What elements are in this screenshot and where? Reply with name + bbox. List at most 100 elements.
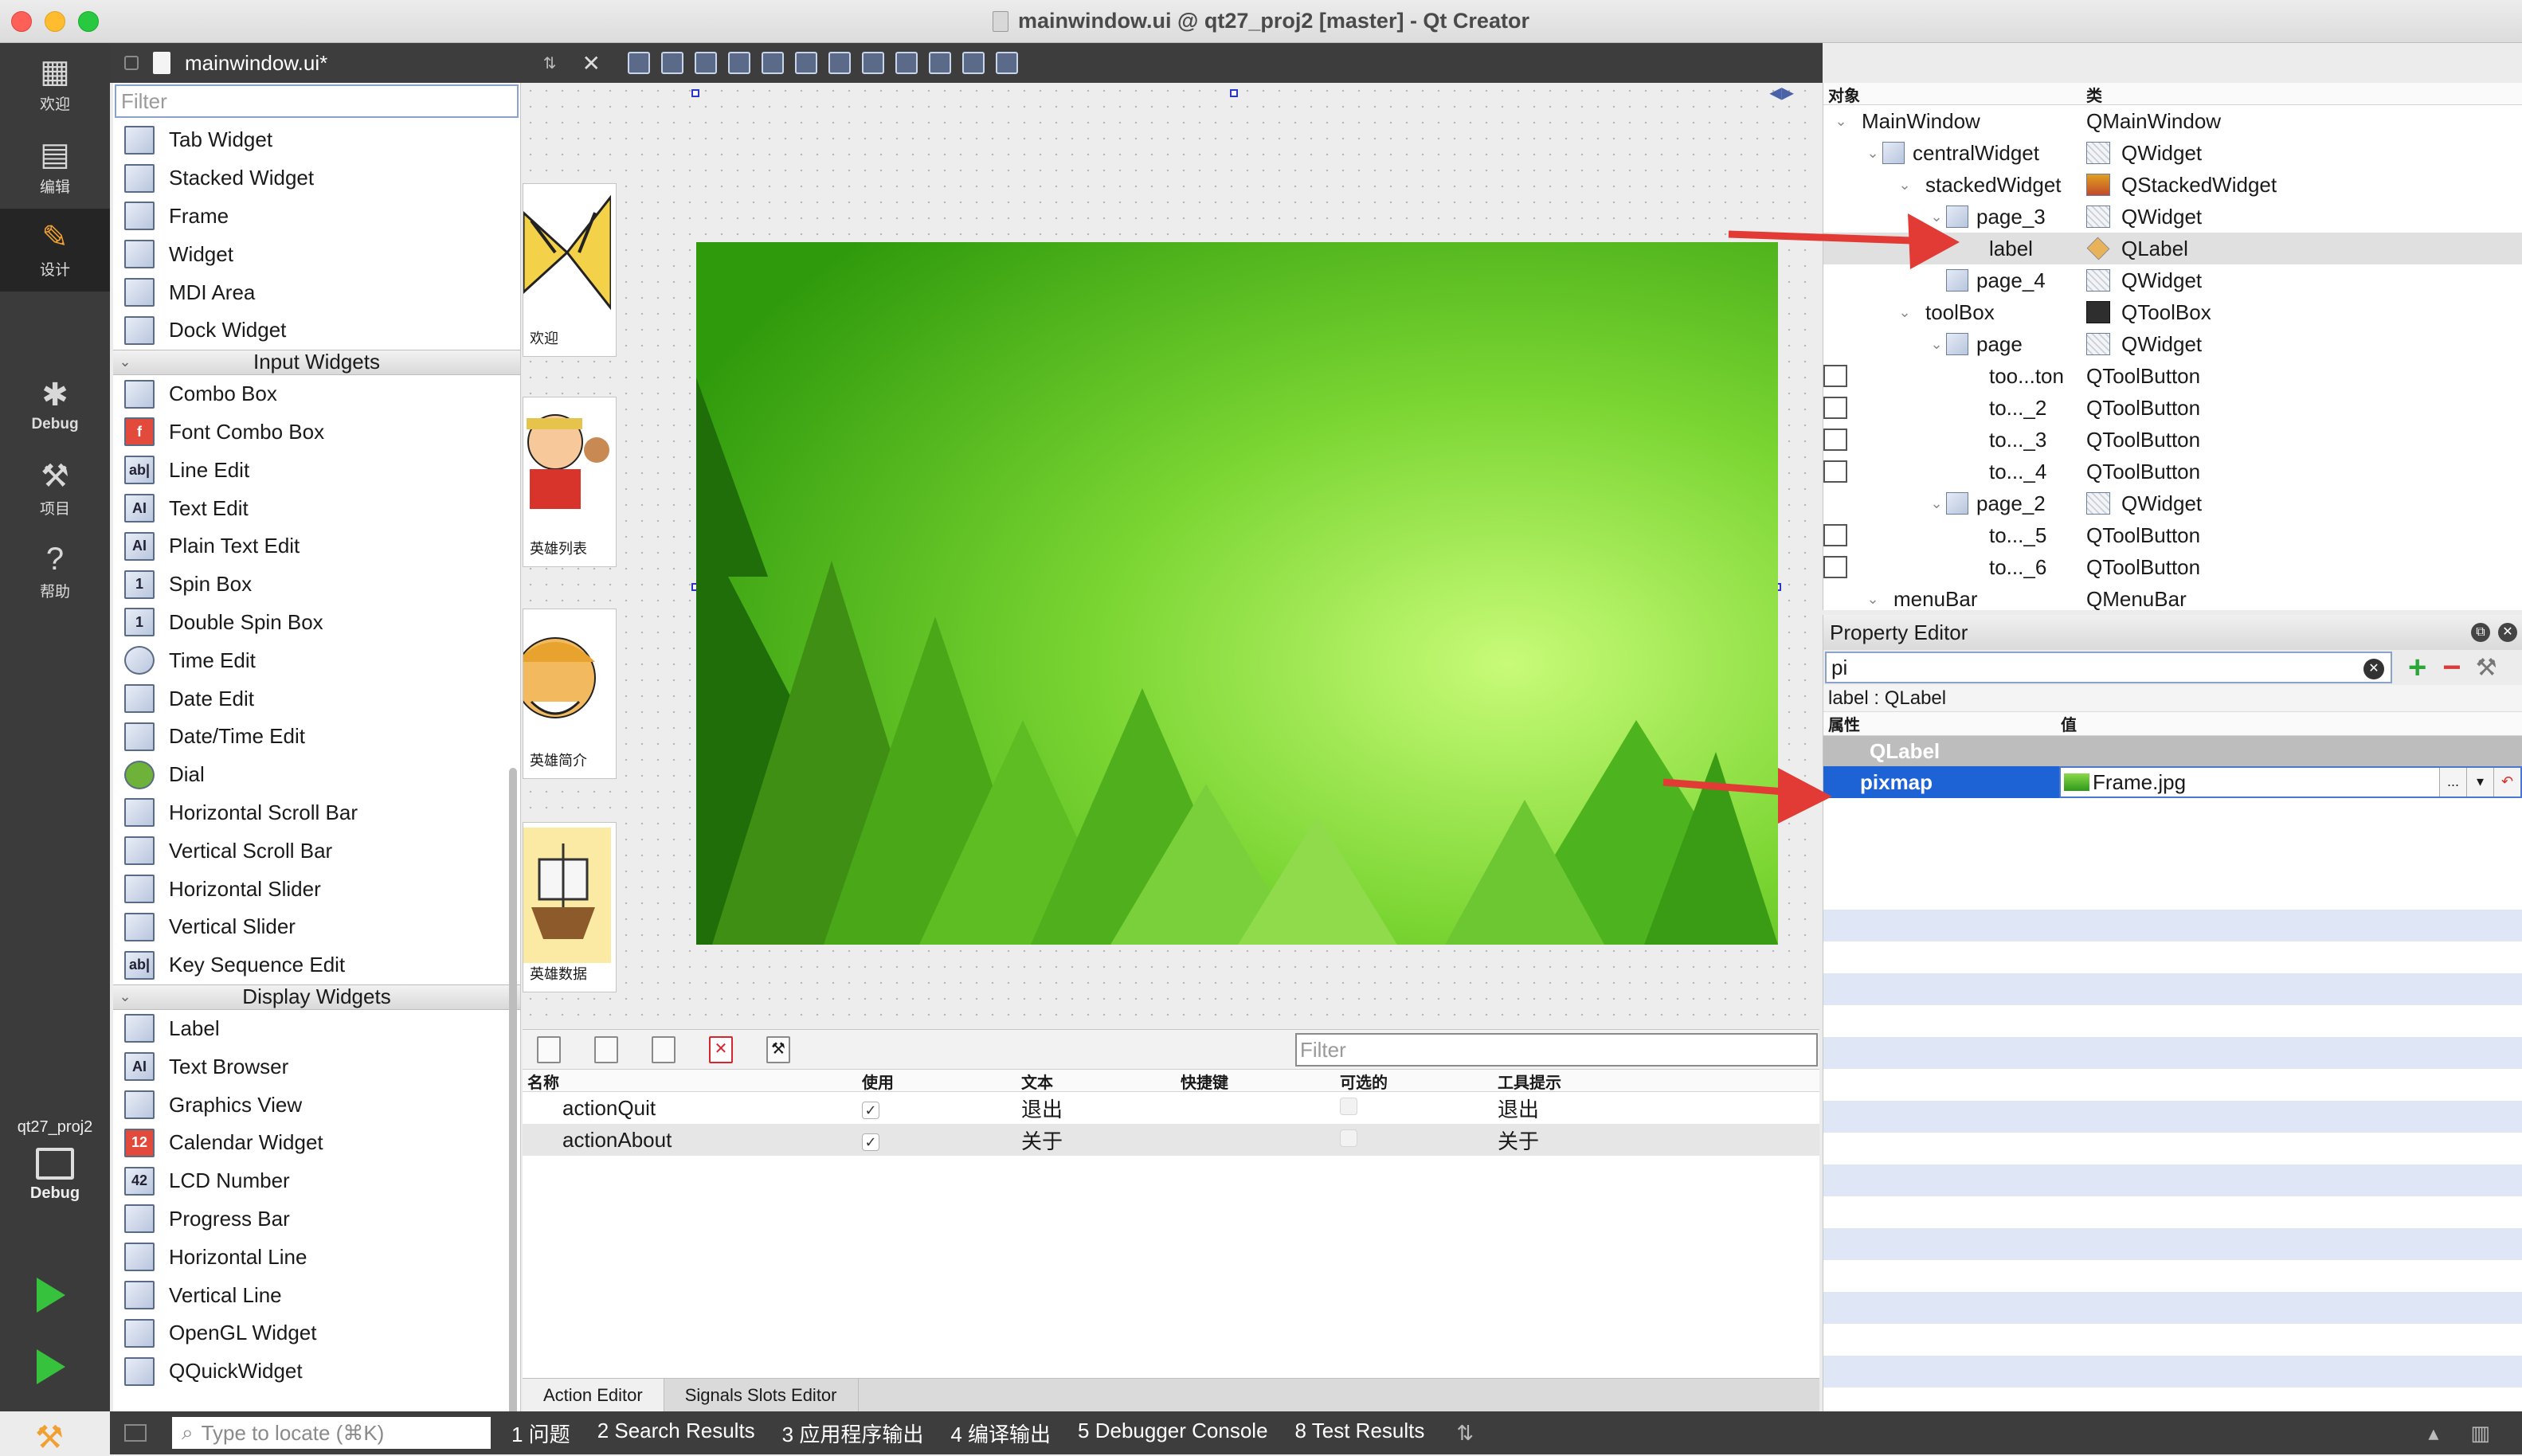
selection-handle[interactable]	[691, 89, 699, 97]
configure-wrench-icon[interactable]: ⚒	[766, 1035, 790, 1063]
tree-object-cell[interactable]: ⌄ stackedWidget	[1823, 173, 2086, 198]
action-filter-input[interactable]: Filter	[1295, 1032, 1818, 1067]
tree-row[interactable]: ⌄ page_3 QWidget	[1823, 201, 2522, 233]
tree-object-cell[interactable]: to..._5	[1823, 523, 2086, 548]
copy-action-icon[interactable]	[594, 1035, 618, 1063]
tree-object-cell[interactable]: ⌄ page_2	[1823, 491, 2086, 516]
delete-action-icon[interactable]: ✕	[709, 1035, 733, 1063]
column-header-text[interactable]: 文本	[1016, 1070, 1176, 1092]
widget-item-calendar-widget[interactable]: 12 Calendar Widget	[113, 1124, 520, 1162]
chevron-down-icon[interactable]: ⌄	[1863, 591, 1882, 608]
close-document-icon[interactable]: ✕	[582, 50, 601, 76]
layout-grid-icon[interactable]	[929, 52, 951, 74]
column-header-shortcut[interactable]: 快捷键	[1176, 1070, 1335, 1092]
label-pixmap-image[interactable]	[696, 242, 1778, 945]
debug-run-icon[interactable]	[37, 1349, 65, 1384]
remove-dynamic-property-icon[interactable]: −	[2442, 650, 2461, 686]
document-tab[interactable]: mainwindow.ui* ⇅ ✕	[110, 43, 620, 83]
tab-action-editor[interactable]: Action Editor	[523, 1379, 664, 1411]
column-header-name[interactable]: 名称	[523, 1070, 857, 1092]
output-pane-button[interactable]: 5 Debugger Console	[1078, 1419, 1268, 1448]
chevron-down-icon[interactable]: ⌄	[1863, 145, 1882, 162]
widget-item-spin-box[interactable]: 1 Spin Box	[113, 566, 520, 604]
tree-row[interactable]: ⌄ toolBox QToolBox	[1823, 296, 2522, 328]
toggle-right-sidebar-icon[interactable]: ▥	[2470, 1421, 2490, 1446]
tree-row[interactable]: ⌄ MainWindow QMainWindow	[1823, 105, 2522, 137]
layout-vertical-icon[interactable]	[795, 52, 817, 74]
build-hammer-icon[interactable]: ⚒	[35, 1419, 64, 1456]
widget-item-horizontal-scroll-bar[interactable]: Horizontal Scroll Bar	[113, 794, 520, 832]
tree-object-cell[interactable]: to..._6	[1823, 555, 2086, 580]
widget-item-qquickwidget[interactable]: QQuickWidget	[113, 1352, 520, 1391]
column-header-checkable[interactable]: 可选的	[1335, 1070, 1493, 1092]
maximize-pane-icon[interactable]: ▴	[2428, 1421, 2438, 1446]
toolbox-button-hero-data[interactable]: 英雄数据	[523, 822, 617, 992]
tab-signals-slots-editor[interactable]: Signals Slots Editor	[664, 1379, 859, 1411]
tree-object-cell[interactable]: ⌄ menuBar	[1823, 587, 2086, 612]
toolbox-button-welcome[interactable]: 欢迎	[523, 183, 617, 357]
lock-icon[interactable]	[124, 56, 139, 70]
tree-row[interactable]: ⌄ centralWidget QWidget	[1823, 137, 2522, 169]
chevron-down-icon[interactable]: ⌄	[1927, 495, 1946, 512]
tree-object-cell[interactable]: too...ton	[1823, 364, 2086, 389]
widget-item-label[interactable]: Label	[113, 1010, 520, 1048]
output-pane-button[interactable]: 2 Search Results	[597, 1419, 755, 1448]
widget-item-tab-widget[interactable]: Tab Widget	[113, 121, 520, 159]
widget-item-widget[interactable]: Widget	[113, 235, 520, 273]
widget-item-dock-widget[interactable]: Dock Widget	[113, 311, 520, 350]
property-value-editor[interactable]: Frame.jpg ... ▾ ↶	[2059, 766, 2522, 798]
column-header-class[interactable]: 类	[2086, 83, 2102, 105]
widget-item-frame[interactable]: Frame	[113, 198, 520, 236]
edit-widgets-icon[interactable]	[628, 52, 650, 74]
widget-item-date-time-edit[interactable]: Date/Time Edit	[113, 718, 520, 756]
chevron-down-icon[interactable]: ⌄	[1831, 113, 1850, 130]
output-pane-button[interactable]: 8 Test Results	[1295, 1419, 1425, 1448]
widget-item-font-combo-box[interactable]: f Font Combo Box	[113, 413, 520, 452]
clear-filter-icon[interactable]: ✕	[2363, 659, 2384, 679]
widget-item-double-spin-box[interactable]: 1 Double Spin Box	[113, 604, 520, 642]
action-name-cell[interactable]: actionQuit	[523, 1096, 857, 1121]
splitter-vertical-icon[interactable]	[862, 52, 884, 74]
layout-form-icon[interactable]	[895, 52, 918, 74]
break-layout-icon[interactable]	[962, 52, 985, 74]
mode-debug[interactable]: ✱ Debug	[0, 365, 110, 448]
close-dock-icon[interactable]: ✕	[2498, 623, 2517, 642]
tree-object-cell[interactable]: to..._2	[1823, 396, 2086, 421]
tree-row[interactable]: ⌄ page_2 QWidget	[1823, 487, 2522, 519]
form-canvas[interactable]: ◀▶ 欢迎 英雄列表 英雄简介 英雄数据	[523, 83, 1819, 1029]
minimize-window-button[interactable]	[45, 11, 65, 32]
widget-item-plain-text-edit[interactable]: AI Plain Text Edit	[113, 527, 520, 566]
column-header-value[interactable]: 值	[2061, 712, 2077, 735]
column-header-object[interactable]: 对象	[1823, 83, 2086, 105]
action-name-cell[interactable]: actionAbout	[523, 1128, 857, 1153]
tree-row[interactable]: label QLabel	[1823, 233, 2522, 264]
run-icon[interactable]	[37, 1278, 65, 1313]
widget-item-time-edit[interactable]: Time Edit	[113, 641, 520, 679]
widget-item-graphics-view[interactable]: Graphics View	[113, 1086, 520, 1124]
adjust-size-icon[interactable]	[996, 52, 1018, 74]
add-dynamic-property-icon[interactable]: +	[2408, 650, 2426, 686]
mode-help[interactable]: ? 帮助	[0, 530, 110, 613]
stacked-page-arrows-icon[interactable]: ◀▶	[1769, 83, 1794, 103]
checkable-checkbox[interactable]	[1340, 1097, 1357, 1115]
widget-item-text-browser[interactable]: AI Text Browser	[113, 1047, 520, 1086]
category-input-widgets[interactable]: ⌄ Input Widgets	[113, 349, 520, 375]
tree-row[interactable]: page_4 QWidget	[1823, 264, 2522, 296]
tree-row[interactable]: to..._4 QToolButton	[1823, 456, 2522, 487]
widget-item-stacked-widget[interactable]: Stacked Widget	[113, 159, 520, 198]
selection-handle[interactable]	[1230, 89, 1238, 97]
widget-item-horizontal-slider[interactable]: Horizontal Slider	[113, 870, 520, 908]
column-header-property[interactable]: 属性	[1823, 712, 2061, 735]
updown-chevron-icon[interactable]: ⇅	[1456, 1421, 1474, 1446]
tree-row[interactable]: ⌄ page QWidget	[1823, 328, 2522, 360]
tree-row[interactable]: to..._6 QToolButton	[1823, 551, 2522, 583]
widget-item-vertical-line[interactable]: Vertical Line	[113, 1276, 520, 1314]
float-dock-icon[interactable]: ⧉	[2471, 623, 2490, 642]
category-display-widgets[interactable]: ⌄ Display Widgets	[113, 984, 520, 1010]
edit-buddies-icon[interactable]	[695, 52, 717, 74]
toolbox-button-hero-list[interactable]: 英雄列表	[523, 397, 617, 567]
widget-item-vertical-slider[interactable]: Vertical Slider	[113, 908, 520, 946]
browse-resource-button[interactable]: ...	[2439, 768, 2466, 796]
widget-item-vertical-scroll-bar[interactable]: Vertical Scroll Bar	[113, 832, 520, 870]
tree-row[interactable]: ⌄ menuBar QMenuBar	[1823, 583, 2522, 615]
